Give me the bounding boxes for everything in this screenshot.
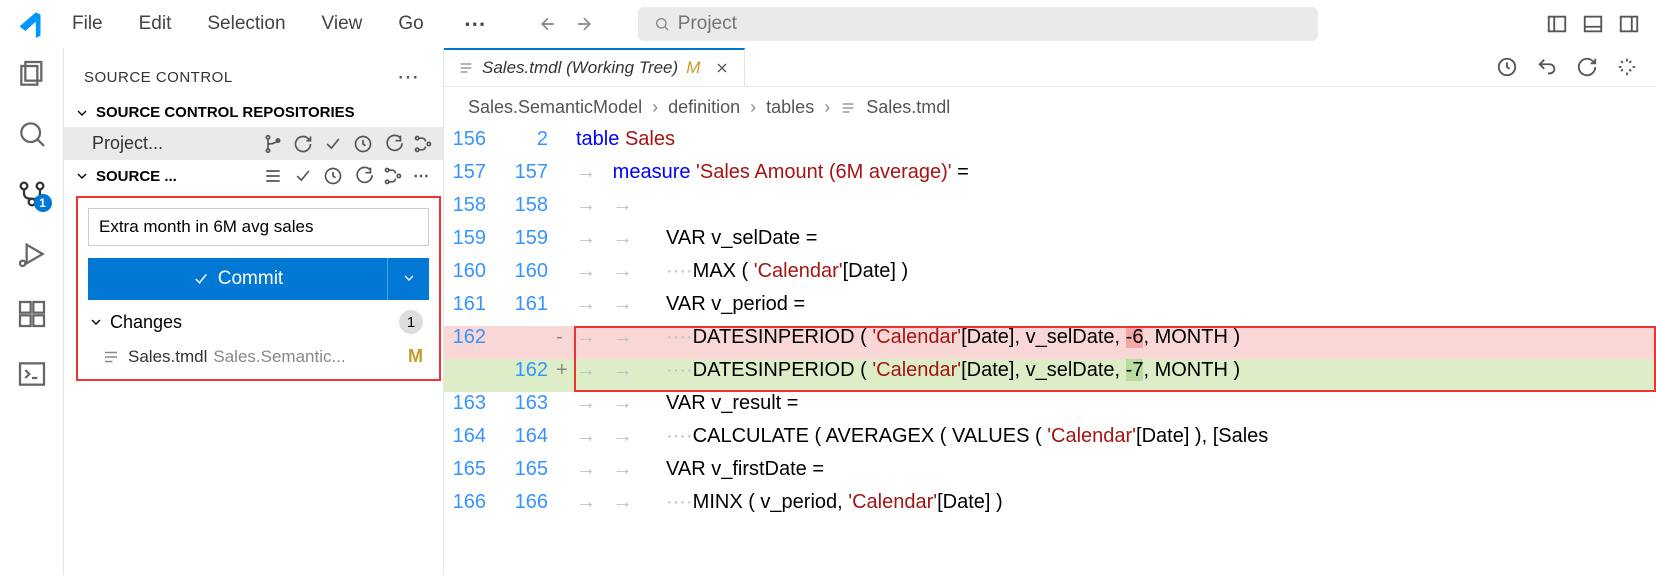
revert-icon[interactable] — [1536, 56, 1558, 78]
code-editor[interactable]: 1562table Sales157157→ measure 'Sales Am… — [444, 128, 1656, 524]
sync-icon[interactable] — [293, 134, 313, 154]
title-bar: File Edit Selection View Go ⋯ — [0, 0, 1656, 48]
more-icon[interactable]: ⋯ — [413, 166, 433, 186]
menu-selection[interactable]: Selection — [199, 9, 293, 39]
file-icon — [102, 348, 120, 366]
chevron-right-icon: › — [750, 97, 756, 118]
nav-forward-icon[interactable] — [574, 14, 594, 34]
chevron-right-icon: › — [652, 97, 658, 118]
toggle-secondary-sidebar-icon[interactable] — [1618, 13, 1640, 35]
commit-button-label: Commit — [218, 268, 283, 290]
file-name: Sales.tmdl — [128, 347, 207, 367]
tab-label: Sales.tmdl (Working Tree) — [482, 58, 678, 78]
toggle-primary-sidebar-icon[interactable] — [1546, 13, 1568, 35]
graph-icon[interactable] — [383, 166, 403, 186]
nav-back-icon[interactable] — [538, 14, 558, 34]
search-input[interactable] — [678, 13, 1302, 35]
scm-badge: 1 — [34, 194, 52, 212]
commit-message-input[interactable] — [88, 208, 429, 246]
file-path: Sales.Semantic... — [213, 347, 345, 367]
check-icon[interactable] — [323, 134, 343, 154]
source-control-panel: SOURCE CONTROL ⋯ SOURCE CONTROL REPOSITO… — [64, 48, 444, 575]
breadcrumb-item[interactable]: Sales.SemanticModel — [468, 97, 642, 118]
history-icon[interactable] — [1496, 56, 1518, 78]
commit-area: Commit Changes 1 Sales.tmdl Sales.Semant… — [76, 196, 441, 381]
stage-icon[interactable] — [1576, 56, 1598, 78]
refresh-icon[interactable] — [353, 166, 373, 186]
chevron-down-icon — [74, 168, 90, 184]
toggle-panel-icon[interactable] — [1582, 13, 1604, 35]
check-icon — [192, 270, 210, 288]
commit-dropdown-button[interactable] — [387, 258, 429, 300]
menu-file[interactable]: File — [64, 9, 111, 39]
search-icon — [654, 16, 670, 32]
changes-count-badge: 1 — [399, 310, 423, 334]
file-icon — [458, 60, 474, 76]
tab-status: M — [686, 58, 700, 78]
commit-button[interactable]: Commit — [88, 258, 387, 300]
refresh-icon[interactable] — [383, 134, 403, 154]
changed-file-row[interactable]: Sales.tmdl Sales.Semantic... M — [88, 340, 429, 373]
check-icon[interactable] — [293, 166, 313, 186]
view-as-tree-icon[interactable] — [263, 166, 283, 186]
chevron-right-icon: › — [824, 97, 830, 118]
menu-go[interactable]: Go — [390, 9, 431, 39]
breadcrumb[interactable]: Sales.SemanticModel › definition › table… — [444, 87, 1656, 128]
section-label: SOURCE ... — [96, 168, 177, 185]
close-icon[interactable] — [714, 60, 730, 76]
command-center[interactable] — [638, 7, 1318, 41]
activity-bar: 1 — [0, 48, 64, 575]
breadcrumb-item[interactable]: Sales.tmdl — [866, 97, 950, 118]
chevron-down-icon — [401, 270, 417, 286]
explorer-icon[interactable] — [16, 58, 48, 90]
tab-bar: Sales.tmdl (Working Tree) M — [444, 48, 1656, 87]
more-icon[interactable] — [1616, 56, 1638, 78]
project-row[interactable]: Project... — [64, 127, 443, 160]
menu-more-icon[interactable]: ⋯ — [452, 11, 498, 37]
history-icon[interactable] — [353, 134, 373, 154]
editor-tab[interactable]: Sales.tmdl (Working Tree) M — [444, 48, 745, 86]
run-debug-icon[interactable] — [16, 238, 48, 270]
project-name-label: Project... — [92, 133, 163, 154]
changes-header[interactable]: Changes 1 — [88, 300, 429, 340]
history-icon[interactable] — [323, 166, 343, 186]
section-label: SOURCE CONTROL REPOSITORIES — [96, 104, 435, 121]
menu-view[interactable]: View — [314, 9, 371, 39]
file-icon — [840, 100, 856, 116]
extensions-icon[interactable] — [16, 298, 48, 330]
search-icon[interactable] — [16, 118, 48, 150]
source-control-icon[interactable]: 1 — [16, 178, 48, 210]
terminal-icon[interactable] — [16, 358, 48, 390]
source-control-section[interactable]: SOURCE ... ⋯ — [64, 160, 443, 192]
branch-icon[interactable] — [263, 134, 283, 154]
panel-title: SOURCE CONTROL — [84, 69, 233, 86]
changes-label: Changes — [110, 312, 182, 333]
repositories-section[interactable]: SOURCE CONTROL REPOSITORIES — [64, 98, 443, 127]
vscode-logo-icon — [16, 10, 44, 38]
chevron-down-icon — [88, 314, 104, 330]
menu-edit[interactable]: Edit — [131, 9, 180, 39]
graph-icon[interactable] — [413, 134, 433, 154]
chevron-down-icon — [74, 105, 90, 121]
file-status-badge: M — [408, 346, 423, 367]
editor-area: Sales.tmdl (Working Tree) M Sales.Semant… — [444, 48, 1656, 575]
panel-more-icon[interactable]: ⋯ — [397, 64, 419, 90]
breadcrumb-item[interactable]: definition — [668, 97, 740, 118]
breadcrumb-item[interactable]: tables — [766, 97, 814, 118]
